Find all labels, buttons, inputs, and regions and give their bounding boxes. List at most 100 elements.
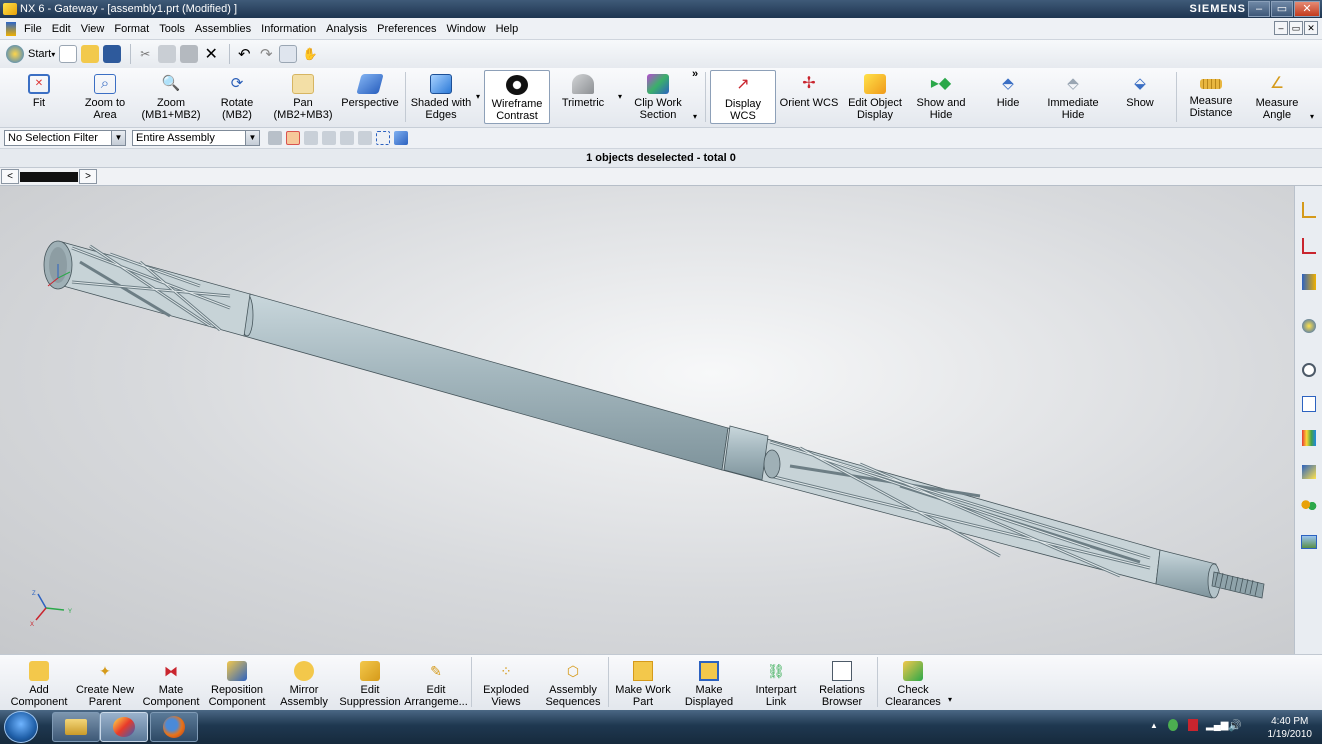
menu-tools[interactable]: Tools: [154, 23, 190, 35]
mate-component-button[interactable]: ⧓ Mate Component: [140, 657, 202, 709]
immediate-hide-button[interactable]: ⬘ Immediate Hide: [1040, 70, 1106, 124]
visualization-palette-icon[interactable]: [1299, 426, 1319, 450]
menu-file[interactable]: File: [19, 23, 47, 35]
wireframe-contrast-button[interactable]: Wireframe Contrast: [484, 70, 550, 124]
orient-view-dropdown[interactable]: ▾: [618, 92, 622, 101]
undo-icon[interactable]: ↶: [235, 45, 253, 63]
cut-icon[interactable]: ✂: [136, 45, 154, 63]
process-studio-icon[interactable]: [1299, 460, 1319, 484]
tab-next-button[interactable]: >: [79, 169, 97, 184]
menu-format[interactable]: Format: [109, 23, 154, 35]
exploded-views-button[interactable]: ⁘ Exploded Views: [476, 657, 536, 709]
taskbar-clock[interactable]: 4:40 PM 1/19/2010: [1268, 715, 1313, 741]
menu-analysis[interactable]: Analysis: [321, 23, 372, 35]
select-region-icon[interactable]: [376, 131, 390, 145]
pan-button[interactable]: Pan (MB2+MB3): [270, 70, 336, 124]
save-icon[interactable]: [103, 45, 122, 63]
menu-view[interactable]: View: [76, 23, 110, 35]
select-all-icon[interactable]: [268, 131, 282, 145]
menu-window[interactable]: Window: [441, 23, 490, 35]
delete-icon[interactable]: ✕: [202, 45, 220, 63]
fit-button[interactable]: ✕ Fit: [14, 70, 64, 124]
assembly-navigator-icon[interactable]: [1299, 198, 1319, 222]
threaded-rod[interactable]: [1211, 571, 1265, 599]
snap-center-icon[interactable]: [358, 131, 372, 145]
show-hidden-icons-icon[interactable]: ▲: [1150, 721, 1158, 730]
network-status-icon[interactable]: [1168, 719, 1178, 731]
copy-icon[interactable]: [158, 45, 177, 63]
selection-filter-select[interactable]: No Selection Filter ▼: [4, 130, 126, 146]
windows-start-button[interactable]: [4, 711, 38, 743]
rotate-button[interactable]: ⟳ Rotate (MB2): [208, 70, 266, 124]
snap-control-icon[interactable]: [340, 131, 354, 145]
web-browser-icon[interactable]: [1299, 314, 1319, 338]
menu-information[interactable]: Information: [256, 23, 321, 35]
roles-icon[interactable]: [1299, 494, 1319, 518]
zoom-to-area-button[interactable]: ⌕ Zoom to Area: [74, 70, 136, 124]
make-displayed-button[interactable]: Make Displayed: [678, 657, 740, 709]
doc-restore-button[interactable]: ▭: [1289, 21, 1303, 35]
measure-distance-button[interactable]: Measure Distance: [1182, 70, 1240, 124]
end-cap[interactable]: [1155, 549, 1221, 599]
edit-suppression-button[interactable]: Edit Suppression: [338, 657, 402, 709]
restore-button[interactable]: ▭: [1271, 1, 1293, 17]
create-new-parent-button[interactable]: ✦ Create New Parent: [72, 657, 138, 709]
snap-mid-icon[interactable]: [322, 131, 336, 145]
assembly-model[interactable]: [0, 186, 1294, 654]
signal-icon[interactable]: ▂▄▆: [1206, 720, 1228, 731]
clip-work-section-button[interactable]: Clip Work Section: [626, 70, 690, 124]
hide-button[interactable]: ⬘ Hide: [980, 70, 1036, 124]
display-wcs-button[interactable]: ↗ Display WCS: [710, 70, 776, 124]
graphics-window[interactable]: Z Y X: [0, 186, 1294, 654]
make-work-part-button[interactable]: Make Work Part: [612, 657, 674, 709]
select-body-icon[interactable]: [394, 131, 408, 145]
view-toolbar-options[interactable]: ▾: [1310, 112, 1314, 121]
doc-minimize-button[interactable]: –: [1274, 21, 1288, 35]
right-lattice-section[interactable]: [721, 425, 1161, 585]
reposition-component-button[interactable]: Reposition Component: [204, 657, 270, 709]
main-tube[interactable]: [240, 293, 729, 471]
measure-angle-button[interactable]: ∠ Measure Angle: [1246, 70, 1308, 124]
open-icon[interactable]: [81, 45, 100, 63]
menu-preferences[interactable]: Preferences: [372, 23, 441, 35]
paste-icon[interactable]: [180, 45, 199, 63]
new-icon[interactable]: [59, 45, 78, 63]
tab-prev-button[interactable]: <: [1, 169, 19, 184]
windows-explorer-icon[interactable]: [52, 712, 100, 742]
left-lattice-section[interactable]: [43, 240, 251, 337]
close-button[interactable]: ✕: [1294, 1, 1320, 17]
device-icon[interactable]: [1188, 719, 1198, 731]
assembly-sequences-button[interactable]: ⬡ Assembly Sequences: [540, 657, 606, 709]
selection-scope-select[interactable]: Entire Assembly ▼: [132, 130, 260, 146]
snap-point-icon[interactable]: [286, 131, 300, 145]
perspective-button[interactable]: Perspective: [338, 70, 402, 124]
nx-menu-icon[interactable]: [6, 21, 16, 36]
mirror-assembly-button[interactable]: Mirror Assembly: [274, 657, 334, 709]
minimize-button[interactable]: –: [1248, 1, 1270, 17]
edit-arrangements-button[interactable]: ✎ Edit Arrangeme...: [404, 657, 468, 709]
system-scenes-icon[interactable]: [1299, 530, 1319, 554]
render-style-dropdown[interactable]: ▾: [476, 92, 480, 101]
zoom-button[interactable]: 🔍 Zoom (MB1+MB2): [140, 70, 202, 124]
doc-close-button[interactable]: ✕: [1304, 21, 1318, 35]
menu-edit[interactable]: Edit: [47, 23, 76, 35]
menu-help[interactable]: Help: [491, 23, 524, 35]
redo-icon[interactable]: ↷: [257, 45, 275, 63]
active-tab[interactable]: [20, 172, 78, 182]
interpart-link-button[interactable]: ⛓ Interpart Link: [746, 657, 806, 709]
edit-object-display-button[interactable]: Edit Object Display: [842, 70, 908, 124]
start-button[interactable]: Start ▾: [6, 43, 55, 65]
constraint-navigator-icon[interactable]: [1299, 234, 1319, 258]
touch-mode-icon[interactable]: ✋: [301, 45, 319, 63]
menu-assemblies[interactable]: Assemblies: [190, 23, 256, 35]
system-materials-icon[interactable]: [1299, 392, 1319, 416]
part-navigator-icon[interactable]: [1299, 270, 1319, 294]
shaded-with-edges-button[interactable]: Shaded with Edges: [408, 70, 474, 124]
volume-icon[interactable]: 🔊: [1228, 719, 1242, 732]
assemblies-toolbar-options[interactable]: ▾: [948, 695, 952, 704]
trimetric-button[interactable]: Trimetric: [554, 70, 612, 124]
firefox-icon[interactable]: [150, 712, 198, 742]
check-clearances-button[interactable]: Check Clearances: [880, 657, 946, 709]
repeat-command-icon[interactable]: [279, 45, 298, 63]
show-button[interactable]: ⬙ Show: [1112, 70, 1168, 124]
